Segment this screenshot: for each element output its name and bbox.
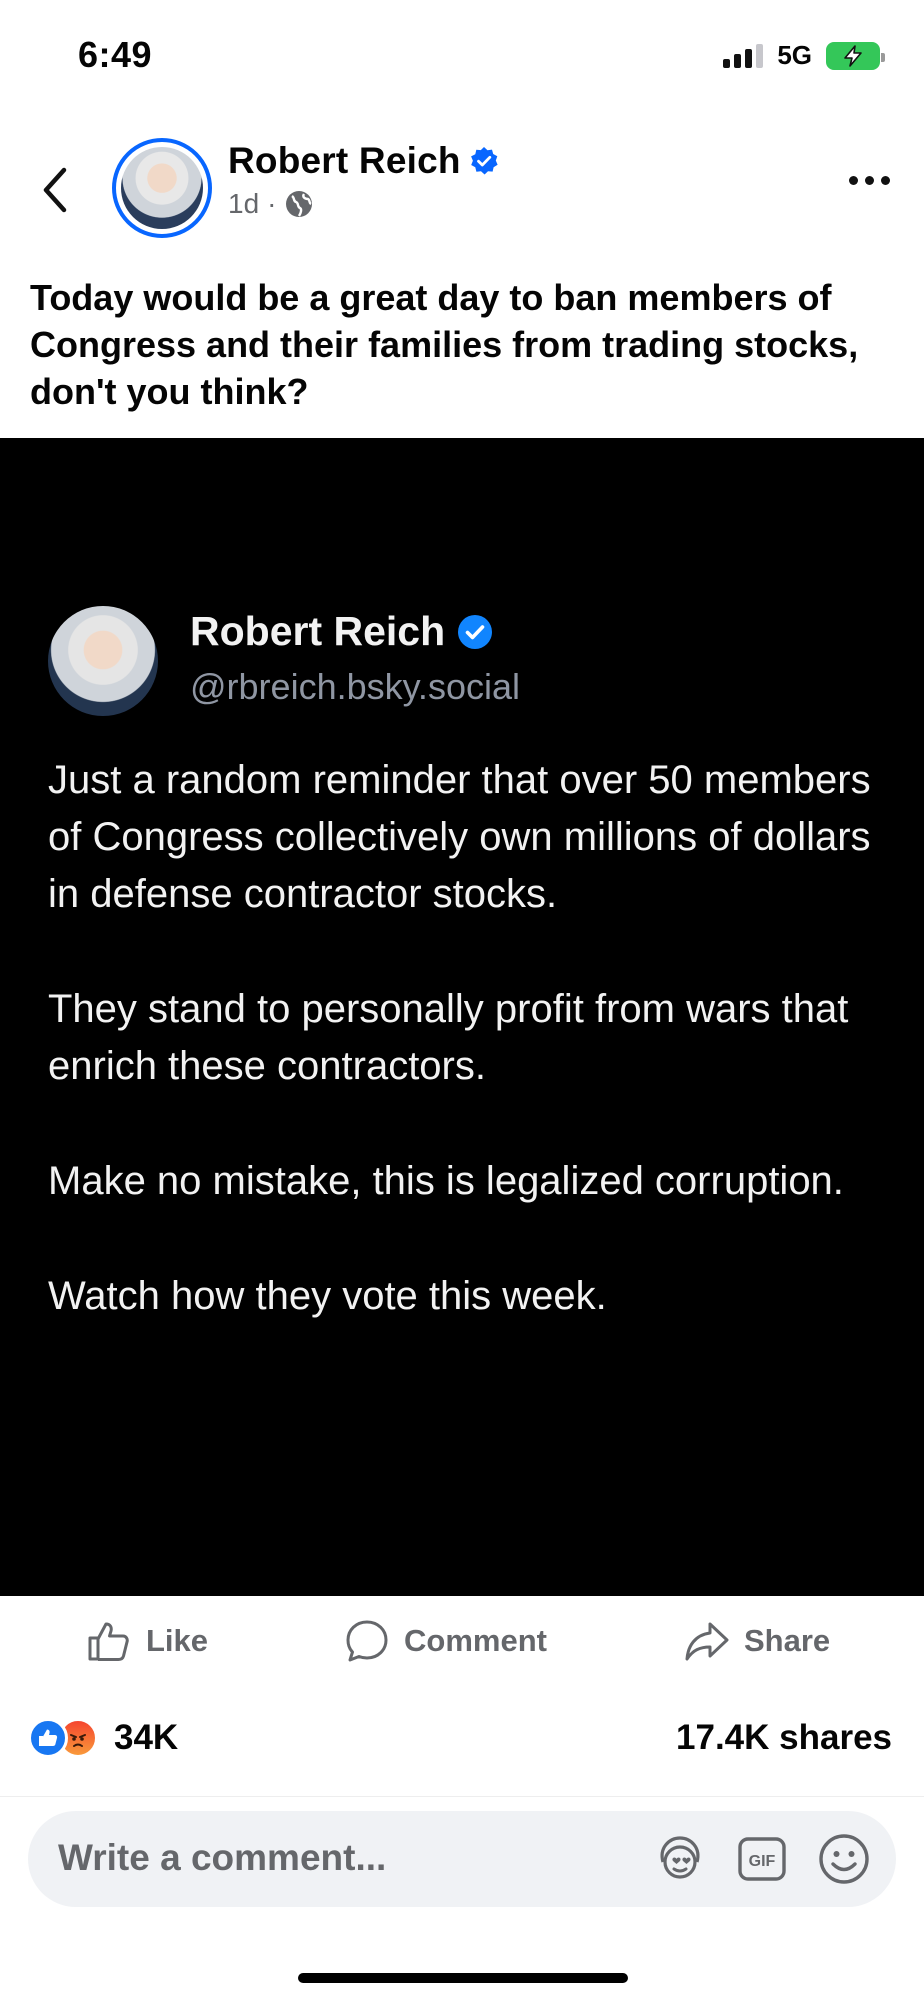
reaction-icons[interactable] [28,1718,104,1758]
embed-body: Just a random reminder that over 50 memb… [48,752,888,1383]
author-block: Robert Reich 1d · [228,140,499,220]
verified-badge-icon [470,147,498,175]
emoji-icon[interactable] [816,1831,872,1887]
meta-separator: · [267,188,277,219]
like-reaction-icon [28,1718,68,1758]
comment-bubble-icon [346,1620,388,1662]
chevron-left-icon [43,167,67,213]
share-arrow-icon [685,1622,729,1661]
embed-handle: @rbreich.bsky.social [190,666,520,707]
shares-count[interactable]: 17.4K shares [676,1718,892,1758]
comment-composer: Write a comment... GIF [0,1796,924,2000]
like-button[interactable]: Like [86,1618,208,1664]
post-action-bar: Like Comment Share [0,1596,924,1692]
like-label: Like [146,1623,209,1658]
comment-button[interactable]: Comment [344,1618,547,1664]
embed-paragraph: Just a random reminder that over 50 memb… [48,758,871,916]
author-avatar-story-ring[interactable] [112,138,212,238]
status-bar: 6:49 5G [0,0,924,120]
status-indicators: 5G [723,40,885,71]
embed-paragraph: Watch how they vote this week. [48,1274,607,1318]
post-header: Robert Reich 1d · [0,130,924,250]
embed-paragraph: Make no mistake, this is legalized corru… [48,1159,844,1203]
reaction-count[interactable]: 34K [114,1718,178,1758]
avatar-sticker-icon[interactable] [652,1831,708,1887]
thumbs-up-icon [88,1622,129,1661]
gif-icon[interactable]: GIF [734,1831,790,1887]
svg-text:GIF: GIF [749,1853,776,1870]
post-timestamp[interactable]: 1d [228,188,259,220]
embed-author-name: Robert Reich [190,608,446,654]
comment-tools: GIF [652,1831,872,1887]
post-image[interactable]: Robert Reich @rbreich.bsky.social Just a… [0,438,924,1596]
share-label: Share [744,1623,831,1658]
signal-strength-icon [723,43,764,68]
comment-label: Comment [404,1623,547,1658]
author-name[interactable]: Robert Reich [228,140,461,182]
reactions-summary: 34K 17.4K shares [0,1712,924,1768]
comment-input[interactable]: Write a comment... GIF [28,1811,896,1907]
battery-charging-icon [826,41,885,70]
status-time: 6:49 [78,34,153,75]
embed-avatar [48,606,158,716]
verified-check-icon [458,614,493,649]
globe-icon [286,191,313,217]
embed-paragraph: They stand to personally profit from war… [48,987,849,1088]
network-type: 5G [777,40,812,70]
more-options-button[interactable] [849,176,890,185]
post-text: Today would be a great day to ban member… [30,277,859,412]
back-button[interactable] [30,160,80,220]
comment-placeholder: Write a comment... [58,1837,387,1878]
avatar [121,147,203,229]
home-indicator [298,1973,628,1983]
share-button[interactable]: Share [684,1618,830,1664]
